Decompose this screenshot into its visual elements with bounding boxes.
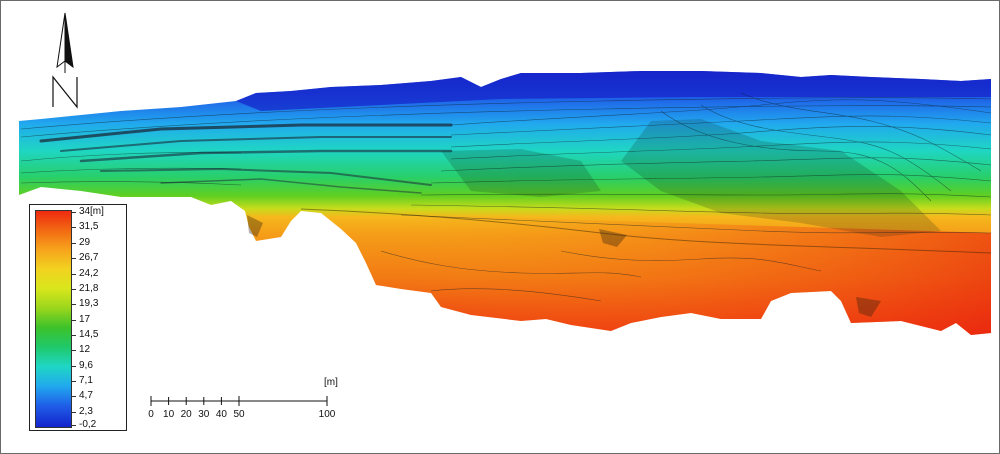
north-arrow (45, 11, 85, 111)
legend-tick: 29 (70, 237, 91, 248)
legend-tick: 19,3 (70, 298, 99, 309)
scale-label: 0 (148, 409, 154, 420)
scale-bar-line (150, 396, 328, 406)
legend-tick: 17 (70, 314, 91, 325)
scale-label: 10 (163, 409, 175, 420)
scale-bar: [m] 0 10 20 30 40 50 100 (141, 373, 351, 423)
legend-tick: 12 (70, 344, 91, 355)
legend-color-ramp (35, 210, 72, 428)
legend-unit: [m] (90, 206, 104, 217)
legend-tick: 31,5 (70, 221, 99, 232)
legend-tick: 4,7 (71, 390, 93, 401)
map-frame: [m] 34 31,5 29 26,7 24,2 21,8 19,3 17 14… (0, 0, 1000, 454)
legend-tick: -0,2 (70, 419, 97, 430)
legend-tick: 34 (70, 206, 91, 217)
legend-tick: 9,6 (71, 360, 93, 371)
scale-label: 20 (180, 409, 192, 420)
legend-tick: 7,1 (71, 375, 93, 386)
legend-tick: 2,3 (71, 406, 93, 417)
scale-label: 100 (318, 409, 336, 420)
scale-label: 40 (215, 409, 227, 420)
legend-tick: 14,5 (70, 329, 99, 340)
legend-tick: 21,8 (70, 283, 99, 294)
legend-tick: 24,2 (70, 268, 99, 279)
elevation-legend: [m] 34 31,5 29 26,7 24,2 21,8 19,3 17 14… (29, 204, 127, 431)
legend-tick: 26,7 (70, 252, 99, 263)
north-arrow-icon (52, 12, 78, 109)
scale-label: 30 (198, 409, 210, 420)
scale-label: 50 (233, 409, 245, 420)
